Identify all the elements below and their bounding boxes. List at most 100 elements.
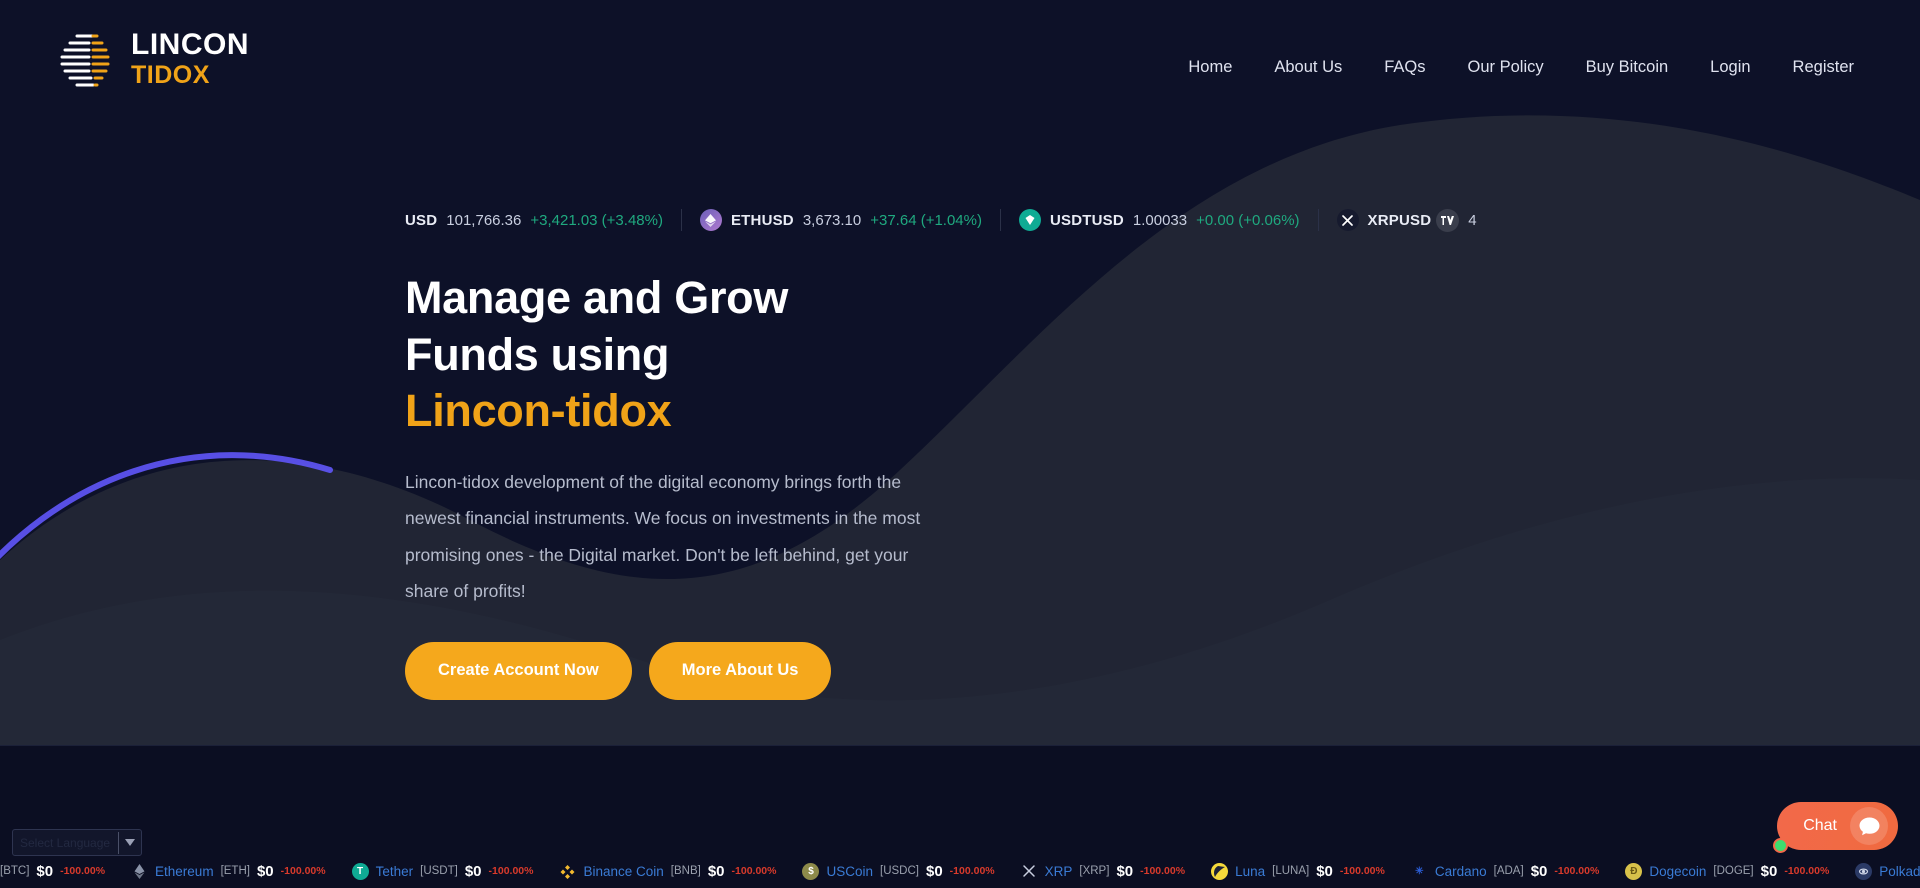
chat-bubble-icon: [1850, 807, 1888, 845]
chat-widget[interactable]: Chat: [1773, 802, 1898, 853]
coin-name: Binance Coin: [583, 863, 664, 879]
hero-paragraph: Lincon-tidox development of the digital …: [405, 472, 921, 601]
section-divider: [0, 745, 1920, 746]
usdc-icon: $: [802, 862, 820, 880]
site-header: LINCON TIDOX Home About Us FAQs Our Poli…: [0, 0, 1920, 128]
coin-price: $0: [1530, 862, 1548, 880]
main-navigation: Home About Us FAQs Our Policy Buy Bitcoi…: [1167, 52, 1875, 83]
nav-item-faqs[interactable]: FAQs: [1363, 52, 1446, 83]
coin-price: $0: [925, 862, 943, 880]
nav-item-about-us[interactable]: About Us: [1253, 52, 1363, 83]
coin-name: Polkadot: [1879, 863, 1920, 879]
coin-item-dot[interactable]: Polkadot [DOT] $0 -100.00%: [1855, 862, 1920, 880]
coin-symbol: [BTC]: [0, 865, 30, 877]
coin-symbol: [LUNA]: [1272, 865, 1310, 877]
nav-item-home[interactable]: Home: [1167, 52, 1253, 83]
coin-price: $0: [1316, 862, 1333, 880]
coin-change: -100.00%: [488, 865, 534, 877]
coin-change: -100.00%: [1339, 865, 1385, 877]
ticker-change: +3,421.03 (+3.48%): [530, 211, 663, 229]
coin-price: $0: [256, 862, 274, 880]
brand-name-bottom: TIDOX: [131, 61, 210, 89]
ticker-item-ethusd[interactable]: ETHUSD 3,673.10 +37.64 (+1.04%): [699, 209, 1000, 231]
coin-name: XRP: [1044, 863, 1073, 879]
nav-item-register[interactable]: Register: [1772, 52, 1875, 83]
cardano-icon: ✳: [1415, 865, 1424, 877]
chat-label: Chat: [1803, 817, 1837, 834]
coin-name: Tether: [375, 863, 414, 879]
coin-change: -100.00%: [949, 865, 995, 877]
language-select[interactable]: Select Language: [12, 829, 142, 856]
ethereum-icon: [131, 863, 148, 880]
coin-change: -100.00%: [731, 865, 777, 877]
coin-item-usdt[interactable]: T Tether [USDT] $0 -100.00%: [351, 862, 560, 880]
ticker-symbol: XRPUSD: [1367, 211, 1432, 229]
ticker-item-usdtusd[interactable]: USDTUSD 1.00033 +0.00 (+0.06%): [1018, 209, 1318, 231]
coin-change: -100.00%: [1140, 865, 1186, 877]
dogecoin-icon: Ð: [1625, 862, 1643, 880]
chevron-down-icon[interactable]: [119, 839, 141, 846]
coin-symbol: [ETH]: [220, 865, 250, 877]
brand-wordmark: LINCON TIDOX: [131, 30, 249, 88]
hero-cta-row: Create Account Now More About Us: [405, 641, 1125, 700]
ticker-item-xrpusd[interactable]: XRPUSD 4: [1336, 208, 1495, 232]
coin-symbol: [XRP]: [1079, 865, 1110, 877]
ticker-change: +0.00 (+0.06%): [1196, 211, 1300, 229]
coin-item-eth[interactable]: Ethereum [ETH] $0 -100.00%: [131, 863, 352, 880]
hero-heading-line-3: Lincon-tidox: [405, 385, 672, 437]
coin-item-bnb[interactable]: Binance Coin [BNB] $0 -100.00%: [559, 863, 802, 880]
ticker-separator: [680, 209, 682, 231]
coin-item-usdc[interactable]: $ USCoin [USDC] $0 -100.00%: [802, 862, 1020, 880]
more-about-us-button[interactable]: More About Us: [648, 641, 832, 700]
coin-price: $0: [464, 862, 482, 880]
market-ticker-tape[interactable]: USD 101,766.36 +3,421.03 (+3.48%) ETHUSD…: [405, 203, 1525, 237]
coin-change: -100.00%: [280, 865, 326, 877]
coin-item-btc[interactable]: [BTC] $0 -100.00%: [0, 863, 131, 880]
coin-change: -100.00%: [1784, 865, 1830, 877]
ticker-price: 3,673.10: [802, 211, 862, 229]
ticker-price: 101,766.36: [446, 211, 522, 229]
ticker-item-btcusd[interactable]: USD 101,766.36 +3,421.03 (+3.48%): [405, 212, 681, 229]
tradingview-badge[interactable]: [1436, 208, 1460, 232]
lincon-globe-lines-icon: [55, 28, 115, 90]
coin-price: $0: [36, 862, 54, 880]
coin-item-luna[interactable]: Luna [LUNA] $0 -100.00%: [1211, 862, 1411, 880]
ticker-change: +37.64 (+1.04%): [870, 211, 982, 229]
luna-icon: [1211, 862, 1229, 880]
coin-name: Ethereum: [155, 863, 214, 879]
ticker-separator: [999, 209, 1001, 231]
coin-price: $0: [707, 862, 725, 880]
crypto-price-strip[interactable]: [BTC] $0 -100.00% Ethereum [ETH] $0 -100…: [0, 854, 1920, 888]
hero-heading-line-2: Funds using: [405, 328, 670, 380]
coin-name: Dogecoin: [1649, 863, 1707, 879]
coin-change: -100.00%: [60, 865, 106, 877]
ethereum-icon: [699, 209, 722, 231]
coin-name: Cardano: [1434, 863, 1487, 879]
coin-item-xrp[interactable]: XRP [XRP] $0 -100.00%: [1021, 863, 1211, 880]
xrp-x-icon: [1336, 209, 1359, 231]
binance-icon: [559, 863, 576, 880]
tether-icon: T: [351, 862, 369, 880]
polkadot-icon: [1855, 862, 1873, 880]
coin-change: -100.00%: [1554, 865, 1600, 877]
language-select-value: Select Language: [20, 835, 111, 850]
nav-item-our-policy[interactable]: Our Policy: [1447, 52, 1565, 83]
page-root: LINCON TIDOX Home About Us FAQs Our Poli…: [0, 0, 1920, 888]
ticker-symbol: USDTUSD: [1049, 211, 1124, 229]
coin-symbol: [USDC]: [880, 865, 919, 877]
coin-name: USCoin: [826, 863, 873, 879]
ticker-separator: [1317, 209, 1319, 231]
coin-item-ada[interactable]: ✳ Cardano [ADA] $0 -100.00%: [1411, 863, 1625, 880]
nav-item-login[interactable]: Login: [1689, 52, 1771, 83]
create-account-button[interactable]: Create Account Now: [405, 641, 632, 700]
coin-symbol: [DOGE]: [1713, 865, 1754, 877]
tether-diamond-icon: [1018, 209, 1041, 231]
xrp-icon: [1021, 863, 1038, 880]
hero-heading-line-1: Manage and Grow: [405, 272, 789, 323]
hero-heading: Manage and Grow Funds using Lincon-tidox: [405, 270, 1125, 440]
coin-item-doge[interactable]: Ð Dogecoin [DOGE] $0 -100.00%: [1625, 862, 1855, 880]
coin-name: Luna: [1235, 863, 1266, 879]
nav-item-buy-bitcoin[interactable]: Buy Bitcoin: [1565, 52, 1690, 83]
brand-logo[interactable]: LINCON TIDOX: [55, 28, 249, 90]
coin-symbol: [BNB]: [670, 865, 701, 877]
